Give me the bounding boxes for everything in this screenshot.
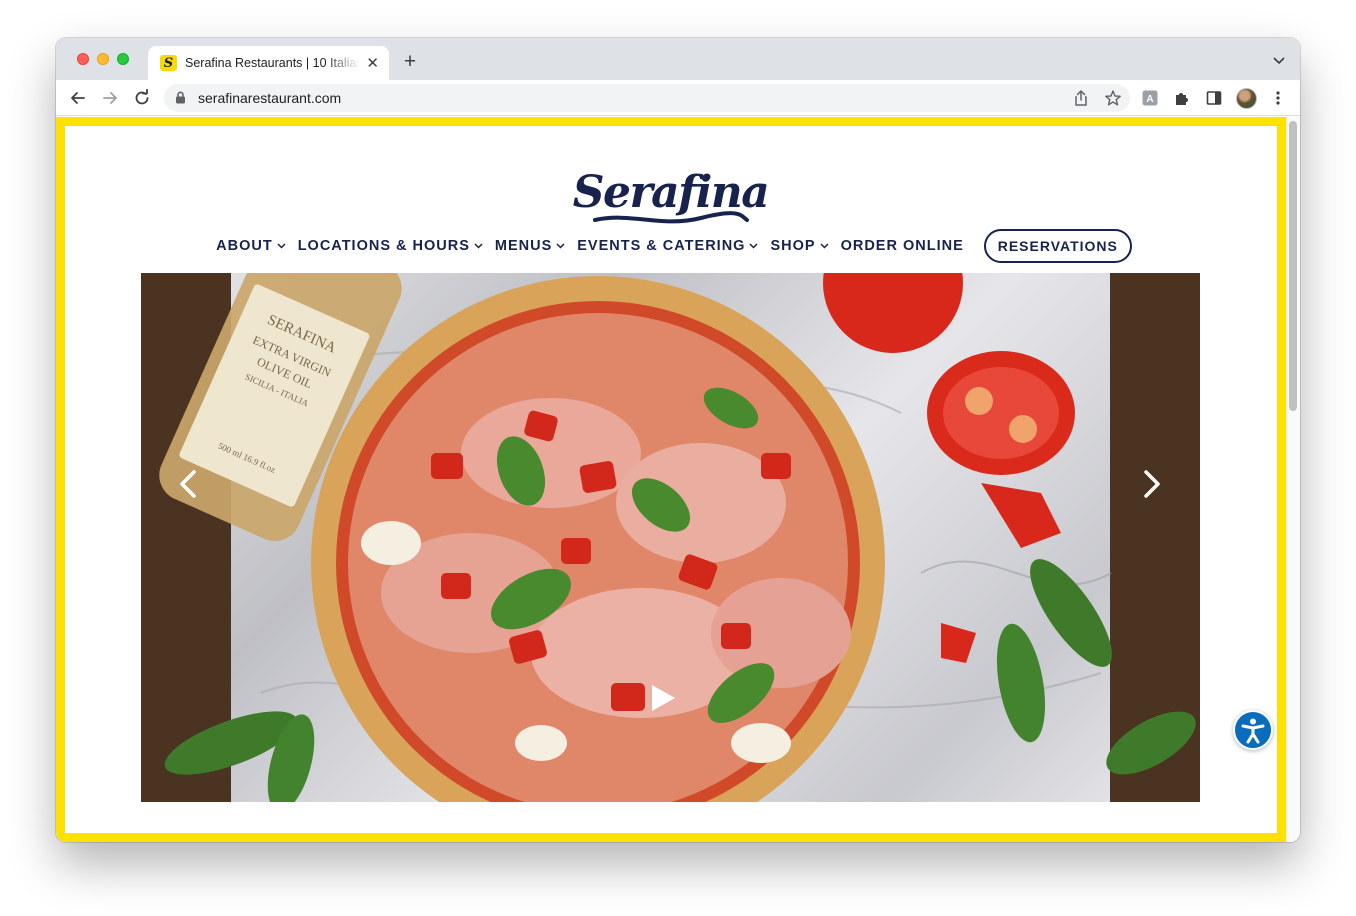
chevron-down-icon (749, 243, 758, 249)
reload-icon[interactable] (130, 86, 154, 110)
reservations-button[interactable]: RESERVATIONS (983, 229, 1132, 263)
browser-window: S Serafina Restaurants | 10 Italian ✕ + … (56, 38, 1300, 842)
carousel-play-icon[interactable] (649, 683, 677, 718)
extension-translate-icon[interactable]: A (1138, 86, 1162, 110)
carousel-next-arrow-icon[interactable] (1137, 466, 1167, 502)
nav-menus[interactable]: MENUS (495, 238, 565, 254)
bookmark-star-icon[interactable] (1104, 89, 1122, 112)
nav-events-catering[interactable]: EVENTS & CATERING (577, 238, 758, 254)
extensions-puzzle-icon[interactable] (1170, 86, 1194, 110)
highlight-frame: Serafina ABOUT LOCATIONS & HOURS MENUS E… (56, 117, 1286, 842)
forward-arrow-icon[interactable] (98, 86, 122, 110)
chevron-down-icon (556, 243, 565, 249)
minimize-window-button[interactable] (97, 53, 109, 65)
carousel-prev-arrow-icon[interactable] (173, 466, 203, 502)
chevron-down-icon (474, 243, 483, 249)
nav-shop[interactable]: SHOP (770, 238, 829, 254)
page-scrollbar[interactable] (1286, 117, 1300, 842)
tab-close-icon[interactable]: ✕ (366, 56, 379, 71)
new-tab-button[interactable]: + (399, 51, 421, 73)
hero-carousel: SERAFINA EXTRA VIRGIN OLIVE OIL SICILIA … (141, 273, 1200, 802)
serafina-favicon-icon: S (160, 55, 177, 71)
nav-order-online[interactable]: ORDER ONLINE (841, 238, 964, 254)
browser-menu-icon[interactable] (1266, 86, 1290, 110)
maximize-window-button[interactable] (117, 53, 129, 65)
pizza-hero-image: SERAFINA EXTRA VIRGIN OLIVE OIL SICILIA … (159, 273, 1196, 802)
url-text[interactable]: serafinarestaurant.com (198, 90, 341, 106)
side-panel-icon[interactable] (1202, 86, 1226, 110)
nav-locations-hours[interactable]: LOCATIONS & HOURS (298, 238, 483, 254)
profile-avatar[interactable] (1234, 86, 1258, 110)
chevron-down-icon (820, 243, 829, 249)
accessibility-widget-icon[interactable] (1233, 710, 1273, 750)
nav-about[interactable]: ABOUT (216, 238, 286, 254)
share-icon[interactable] (1072, 89, 1090, 112)
address-bar[interactable]: serafinarestaurant.com (164, 84, 1130, 112)
serafina-logo[interactable]: Serafina (573, 152, 770, 232)
scrollbar-thumb[interactable] (1289, 121, 1297, 411)
page-viewport: Serafina ABOUT LOCATIONS & HOURS MENUS E… (56, 117, 1300, 842)
lock-icon[interactable] (175, 91, 186, 109)
svg-text:A: A (1146, 94, 1153, 105)
browser-toolbar: serafinarestaurant.com A (56, 80, 1300, 116)
main-navigation: ABOUT LOCATIONS & HOURS MENUS EVENTS & C… (65, 226, 1277, 266)
tab-title: Serafina Restaurants | 10 Italian (185, 56, 361, 70)
close-window-button[interactable] (77, 53, 89, 65)
chevron-down-icon (277, 243, 286, 249)
tab-search-chevron-icon[interactable] (1272, 53, 1286, 67)
back-arrow-icon[interactable] (66, 86, 90, 110)
browser-tab-active[interactable]: S Serafina Restaurants | 10 Italian ✕ (148, 46, 389, 80)
tab-strip: S Serafina Restaurants | 10 Italian ✕ + (56, 38, 1300, 80)
